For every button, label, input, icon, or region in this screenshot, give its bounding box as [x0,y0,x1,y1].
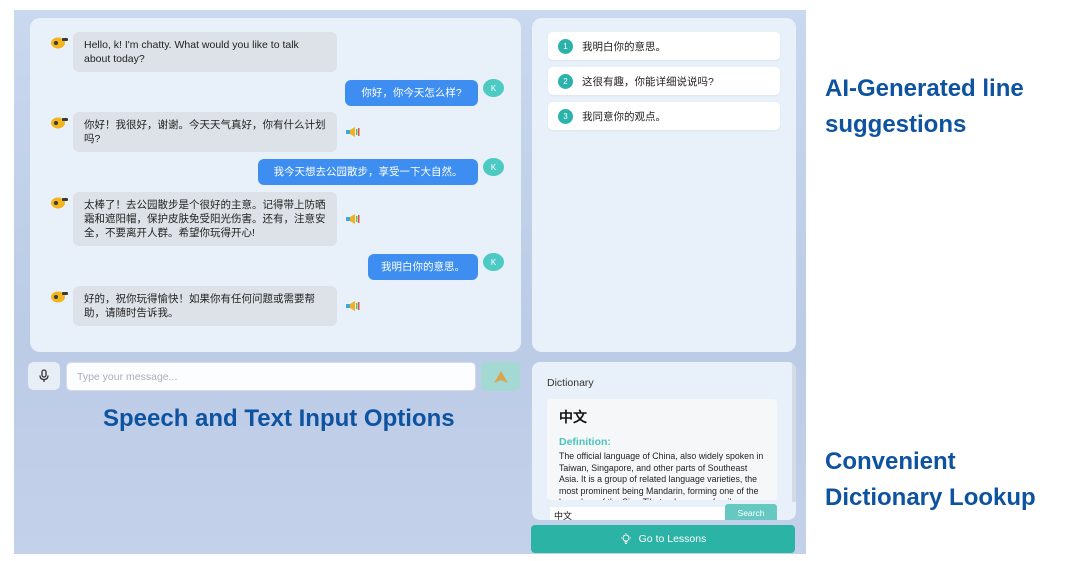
go-to-lessons-label: Go to Lessons [638,533,707,545]
definition-text: The official language of China, also wid… [559,451,764,500]
dictionary-scrollbar[interactable] [792,362,796,502]
suggestion-number: 3 [558,108,573,124]
bot-message: 太棒了！去公园散步是个很好的主意。记得带上防晒霜和遮阳帽，保护皮肤免受阳光伤害。… [73,192,337,246]
dictionary-word: 中文 [559,409,587,425]
user-avatar: K [483,158,504,176]
suggestion-text: 这很有趣，你能详细说说吗? [582,75,714,88]
message-input[interactable] [66,362,476,391]
bot-avatar-icon [50,115,68,129]
speaker-icon[interactable] [346,211,360,224]
user-message: 我今天想去公园散步，享受一下大自然。 [258,159,478,185]
suggestion-text: 我同意你的观点。 [582,110,666,123]
caption-dictionary: Convenient Dictionary Lookup [825,448,1036,511]
user-avatar: K [483,79,504,97]
send-button[interactable] [481,362,520,391]
bot-message: 好的，祝你玩得愉快！如果你有任何问题或需要帮助，请随时告诉我。 [73,286,337,326]
suggestion-number: 2 [558,73,573,89]
user-avatar: K [483,253,504,271]
bot-avatar-icon [50,195,68,209]
go-to-lessons-button[interactable]: Go to Lessons [531,525,795,553]
speaker-icon[interactable] [346,124,360,137]
dictionary-entry: 中文 Definition: The official language of … [547,399,777,500]
dictionary-search-button[interactable]: Search [725,504,777,520]
speaker-icon[interactable] [346,298,360,311]
suggestion-item[interactable]: 3 我同意你的观点。 [548,102,780,130]
bot-message: 你好！我很好，谢谢。今天天气真好，你有什么计划吗? [73,112,337,152]
lightbulb-icon [620,533,631,544]
microphone-icon [39,369,49,382]
bot-avatar-icon [50,289,68,303]
suggestion-text: 我明白你的意思。 [582,40,666,53]
microphone-button[interactable] [28,362,60,390]
user-message: 你好，你今天怎么样? [345,80,478,106]
bot-avatar-icon [50,35,68,49]
suggestion-number: 1 [558,38,573,54]
suggestions-panel: 1 我明白你的意思。 2 这很有趣，你能详细说说吗? 3 我同意你的观点。 [532,18,796,352]
dictionary-search-input[interactable] [550,507,734,520]
caption-input-options: Speech and Text Input Options [103,405,455,432]
caption-suggestions: AI-Generated line suggestions [825,75,1024,138]
suggestion-item[interactable]: 2 这很有趣，你能详细说说吗? [548,67,780,95]
definition-label: Definition: [559,436,611,448]
chat-panel: Hello, k! I'm chatty. What would you lik… [30,18,521,352]
user-message: 我明白你的意思。 [368,254,478,280]
app-window: Hello, k! I'm chatty. What would you lik… [14,10,806,554]
bot-message: Hello, k! I'm chatty. What would you lik… [73,32,337,72]
dictionary-panel: Dictionary 中文 Definition: The official l… [532,362,796,520]
suggestion-item[interactable]: 1 我明白你的意思。 [548,32,780,60]
dictionary-title: Dictionary [547,377,594,389]
send-icon [493,370,508,383]
